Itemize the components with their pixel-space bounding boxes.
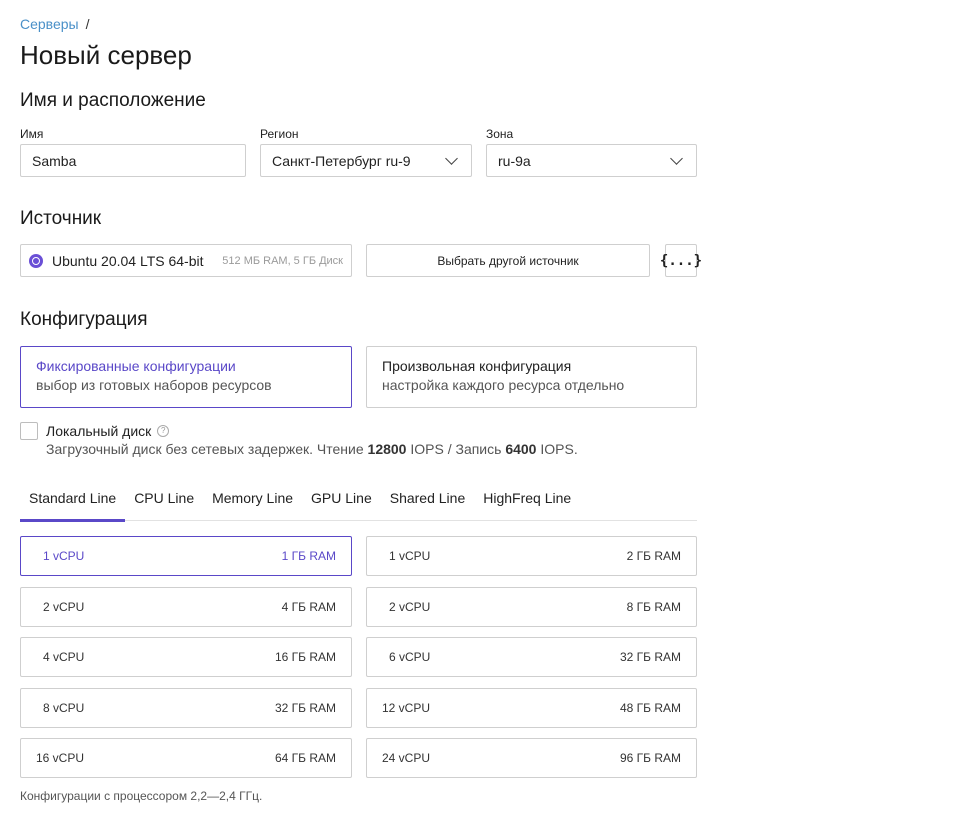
region-label: Регион (260, 127, 299, 141)
custom-config-card[interactable]: Произвольная конфигурация настройка кажд… (366, 346, 697, 408)
preset-option[interactable]: 2 vCPU 4 ГБ RAM (20, 587, 352, 627)
preset-cpu: 2 vCPU (43, 600, 85, 614)
preset-option[interactable]: 24 vCPU 96 ГБ RAM (366, 738, 697, 778)
preset-ram: 1 ГБ RAM (281, 549, 336, 563)
zone-value: ru-9a (498, 152, 531, 169)
choose-source-button[interactable]: Выбрать другой источник (366, 244, 650, 277)
local-disk-description: Загрузочный диск без сетевых задержек. Ч… (46, 441, 578, 457)
preset-cpu: 16 vCPU (36, 751, 85, 765)
local-disk-label: Локальный диск (46, 423, 152, 439)
preset-ram: 4 ГБ RAM (281, 600, 336, 614)
breadcrumb-servers-link[interactable]: Серверы (20, 16, 79, 32)
zone-label: Зона (486, 127, 514, 141)
breadcrumb: Серверы / (20, 16, 90, 32)
disk-desc-prefix: Загрузочный диск без сетевых задержек. Ч… (46, 441, 368, 457)
json-config-button[interactable]: {...} (660, 244, 702, 277)
custom-config-title: Произвольная конфигурация (382, 358, 572, 374)
help-icon[interactable]: ? (157, 425, 170, 437)
source-image-name: Ubuntu 20.04 LTS 64-bit (52, 252, 204, 269)
disk-desc-middle: IOPS / Запись (406, 441, 506, 457)
name-input[interactable] (20, 144, 246, 177)
tab-cpu-line[interactable]: CPU Line (125, 480, 203, 521)
preset-ram: 32 ГБ RAM (274, 701, 336, 715)
preset-cpu: 8 vCPU (43, 701, 85, 715)
preset-cpu: 1 vCPU (43, 549, 85, 563)
preset-ram: 16 ГБ RAM (274, 650, 336, 664)
preset-ram: 64 ГБ RAM (274, 751, 336, 765)
preset-option[interactable]: 8 vCPU 32 ГБ RAM (20, 688, 352, 728)
preset-ram: 48 ГБ RAM (619, 701, 681, 715)
preset-cpu: 2 vCPU (389, 600, 431, 614)
custom-config-desc: настройка каждого ресурса отдельно (382, 377, 625, 393)
preset-ram: 8 ГБ RAM (626, 600, 681, 614)
section-title-location: Имя и расположение (20, 90, 206, 111)
disk-desc-suffix: IOPS. (536, 441, 578, 457)
preset-option[interactable]: 1 vCPU 1 ГБ RAM (20, 536, 352, 576)
region-select[interactable]: Санкт-Петербург ru-9 (260, 144, 472, 177)
tab-standard-line[interactable]: Standard Line (20, 480, 126, 522)
preset-cpu: 6 vCPU (389, 650, 431, 664)
preset-option[interactable]: 6 vCPU 32 ГБ RAM (366, 637, 697, 677)
tab-gpu-line[interactable]: GPU Line (302, 480, 381, 521)
local-disk-label-row: Локальный диск ? (46, 423, 170, 439)
preset-option[interactable]: 12 vCPU 48 ГБ RAM (366, 688, 697, 728)
tab-highfreq-line[interactable]: HighFreq Line (474, 480, 580, 521)
preset-cpu: 1 vCPU (389, 549, 431, 563)
chevron-down-icon (445, 152, 458, 165)
preset-ram: 32 ГБ RAM (619, 650, 681, 664)
tab-memory-line[interactable]: Memory Line (203, 480, 302, 521)
ubuntu-icon (29, 253, 43, 268)
preset-cpu: 4 vCPU (43, 650, 85, 664)
local-disk-checkbox[interactable] (20, 422, 38, 440)
name-label: Имя (20, 127, 44, 141)
write-iops: 6400 (505, 441, 537, 457)
preset-cpu: 24 vCPU (382, 751, 431, 765)
preset-option[interactable]: 1 vCPU 2 ГБ RAM (366, 536, 697, 576)
fixed-config-desc: выбор из готовых наборов ресурсов (36, 377, 272, 393)
chevron-down-icon (670, 152, 683, 165)
config-line-tabs: Standard Line CPU Line Memory Line GPU L… (20, 480, 697, 522)
breadcrumb-separator: / (85, 16, 90, 32)
fixed-config-title: Фиксированные конфигурации (36, 358, 236, 374)
preset-option[interactable]: 2 vCPU 8 ГБ RAM (366, 587, 697, 627)
source-image-meta: 512 МБ RAM, 5 ГБ Диск (222, 254, 343, 267)
fixed-config-card[interactable]: Фиксированные конфигурации выбор из гото… (20, 346, 352, 408)
preset-option[interactable]: 4 vCPU 16 ГБ RAM (20, 637, 352, 677)
region-value: Санкт-Петербург ru-9 (272, 152, 411, 169)
preset-option[interactable]: 16 vCPU 64 ГБ RAM (20, 738, 352, 778)
section-title-source: Источник (20, 208, 102, 229)
read-iops: 12800 (367, 441, 407, 457)
page-title: Новый сервер (20, 40, 192, 70)
preset-cpu: 12 vCPU (382, 701, 431, 715)
zone-select[interactable]: ru-9a (486, 144, 697, 177)
configurations-footnote: Конфигурации с процессором 2,2—2,4 ГГц. (20, 789, 263, 803)
preset-ram: 96 ГБ RAM (619, 751, 681, 765)
preset-ram: 2 ГБ RAM (626, 549, 681, 563)
section-title-configuration: Конфигурация (20, 309, 148, 330)
source-selected[interactable]: Ubuntu 20.04 LTS 64-bit 512 МБ RAM, 5 ГБ… (20, 244, 352, 277)
tab-shared-line[interactable]: Shared Line (381, 480, 475, 521)
